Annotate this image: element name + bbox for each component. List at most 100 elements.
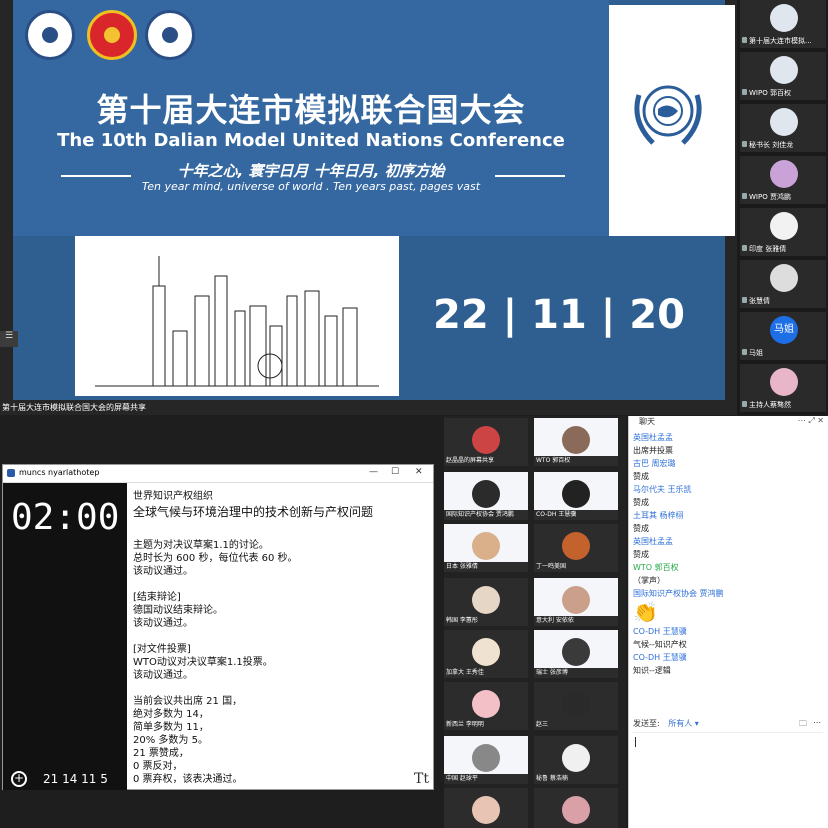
participant-tile[interactable]: WIPO 郭百权	[740, 52, 826, 100]
avatar	[562, 480, 590, 508]
participant-tile[interactable]: 中国 赵球平	[444, 736, 528, 784]
maximize-icon[interactable]: ☐	[391, 467, 399, 477]
conference-date: 22 | 11 | 20	[433, 292, 685, 338]
participant-tile[interactable]: 日本 张雅倩	[444, 524, 528, 572]
participant-tile[interactable]: WTO 郭百权	[534, 418, 618, 466]
avatar	[472, 690, 500, 718]
participant-tile[interactable]: 赵三	[534, 682, 618, 730]
file-icon[interactable]: 🗀	[799, 718, 807, 732]
participant-name: WIPO 郭百权	[749, 89, 791, 97]
window-title: muncs nyarlathotep	[19, 468, 100, 477]
avatar	[472, 532, 500, 560]
participant-name: 中国 赵球平	[446, 775, 478, 782]
chat-sender[interactable]: 国际知识产权协会 贾鸿鹏	[633, 588, 823, 600]
participant-tile[interactable]: 新西兰 李明明	[444, 682, 528, 730]
countdown-timer: 02:00	[11, 497, 120, 538]
window-titlebar[interactable]: muncs nyarlathotep — ☐ ✕	[3, 465, 433, 483]
participant-name: 秘书长 刘佳龙	[749, 141, 794, 149]
participant-tile[interactable]: 第十届大连市模拟...	[740, 0, 826, 48]
conference-slide: 第十届大连市模拟联合国大会 The 10th Dalian Model Unit…	[13, 0, 735, 400]
participant-tile[interactable]: 意大利 安依依	[534, 578, 618, 626]
chat-window-controls[interactable]: ⋯ ⤢ ✕	[798, 416, 824, 426]
participant-name: 瑞士 张彦博	[536, 669, 568, 676]
participant-tile[interactable]: CO-DH 王慧骥	[534, 472, 618, 520]
participant-tile[interactable]: 秘书长 刘佳龙	[740, 104, 826, 152]
chat-sender[interactable]: CO-DH 王慧骥	[633, 626, 823, 638]
avatar	[562, 690, 590, 718]
participant-tile[interactable]	[444, 788, 528, 828]
participant-name: WIPO 贾鸿鹏	[749, 193, 791, 201]
chat-sender[interactable]: 土耳其 杨梓栩	[633, 510, 823, 522]
avatar	[770, 160, 798, 188]
mic-icon	[742, 89, 747, 95]
participant-tile[interactable]: 国际知识产权协会 贾鸿鹏	[444, 472, 528, 520]
slide-banner: 第十届大连市模拟联合国大会 The 10th Dalian Model Unit…	[13, 0, 609, 236]
timer-window[interactable]: muncs nyarlathotep — ☐ ✕ 02:00 + 21 14 1…	[2, 464, 434, 790]
more-icon[interactable]: ⋯	[813, 718, 821, 727]
participant-name: 日本 张雅倩	[446, 563, 478, 570]
close-icon[interactable]: ✕	[415, 467, 423, 477]
participant-name: 印度 张雅倩	[749, 245, 787, 253]
chat-sender[interactable]: 英国杜孟孟	[633, 536, 823, 548]
avatar	[472, 638, 500, 666]
avatar	[562, 744, 590, 772]
chat-text: 出席并投票	[633, 446, 673, 455]
participant-grid[interactable]: 赵晶晶的屏幕共享 WTO 郭百权 国际知识产权协会 贾鸿鹏 CO-DH 王慧骥 …	[444, 416, 626, 828]
avatar	[770, 264, 798, 292]
text-caret	[635, 737, 636, 747]
add-icon[interactable]: +	[11, 771, 27, 787]
clap-emoji-icon: 👏	[633, 600, 658, 624]
participant-tile[interactable]: 印度 张雅倩	[740, 208, 826, 256]
participant-tile[interactable]: 秘鲁 蔡浩楠	[534, 736, 618, 784]
menu-handle-icon[interactable]: ☰	[0, 331, 18, 347]
avatar	[562, 586, 590, 614]
avatar	[562, 638, 590, 666]
participant-name: 张慧倩	[749, 297, 770, 305]
avatar: 马姐	[770, 316, 798, 344]
avatar	[770, 212, 798, 240]
chat-sender[interactable]: WTO 郭百权	[633, 562, 823, 574]
avatar	[472, 744, 500, 772]
chat-sender[interactable]: 马尔代夫 王乐凯	[633, 484, 823, 496]
avatar	[562, 796, 590, 824]
participant-tile[interactable]: 丁一鸣美国	[534, 524, 618, 572]
mic-icon	[742, 141, 747, 147]
chat-text: 赞成	[633, 524, 649, 533]
chat-text: 赞成	[633, 550, 649, 559]
chat-sender[interactable]: CO-DH 王慧骥	[633, 652, 823, 664]
mic-icon	[742, 401, 747, 407]
participant-tile[interactable]: 张慧倩	[740, 260, 826, 308]
font-size-icon[interactable]: Tt	[414, 771, 429, 787]
participant-tile[interactable]: 韩国 李蕙彤	[444, 578, 528, 626]
participant-name: 马姐	[749, 349, 763, 357]
participant-strip[interactable]: 第十届大连市模拟... WIPO 郭百权 秘书长 刘佳龙 WIPO 贾鸿鹏 印度…	[737, 0, 828, 415]
participant-tile[interactable]: 加拿大 王秀佳	[444, 630, 528, 678]
committee-name: 世界知识产权组织	[133, 491, 213, 502]
participant-tile[interactable]: 赵晶晶的屏幕共享	[444, 418, 528, 466]
slide-motto-cn: 十年之心, 寰宇日月 十年日月, 初序方始	[177, 162, 445, 180]
chat-input[interactable]	[633, 732, 823, 822]
participant-name: 丁一鸣美国	[536, 563, 567, 570]
participant-name: 意大利 安依依	[536, 617, 574, 624]
participant-name: 新西兰 李明明	[446, 721, 484, 728]
mic-icon	[742, 297, 747, 303]
session-log-text: 主题为对决议草案1.1的讨论。 总时长为 600 秒，每位代表 60 秒。 该动…	[133, 540, 298, 785]
avatar	[472, 480, 500, 508]
mic-icon	[742, 193, 747, 199]
participant-tile[interactable]	[534, 788, 618, 828]
chat-sender[interactable]: 古巴 周宏璐	[633, 458, 823, 470]
chat-sender[interactable]: 英国杜孟孟	[633, 432, 823, 444]
participant-tile[interactable]: 马姐 马姐	[740, 312, 826, 360]
participant-tile[interactable]: 主持人蔡骜然	[740, 364, 826, 412]
mic-icon	[742, 245, 747, 251]
app-icon	[7, 469, 15, 477]
participant-name: 主持人蔡骜然	[749, 401, 791, 409]
participant-tile[interactable]: 瑞士 张彦博	[534, 630, 618, 678]
participant-tile[interactable]: WIPO 贾鸿鹏	[740, 156, 826, 204]
chat-text: （掌声）	[633, 576, 665, 585]
recipient-dropdown[interactable]: 所有人 ▾	[668, 719, 699, 728]
participant-name: CO-DH 王慧骥	[536, 511, 577, 518]
chat-messages: 英国杜孟孟 出席并投票 古巴 周宏璐 赞成 马尔代夫 王乐凯 赞成 土耳其 杨梓…	[633, 432, 823, 678]
un-emblem-icon	[634, 85, 702, 145]
minimize-icon[interactable]: —	[369, 467, 378, 477]
